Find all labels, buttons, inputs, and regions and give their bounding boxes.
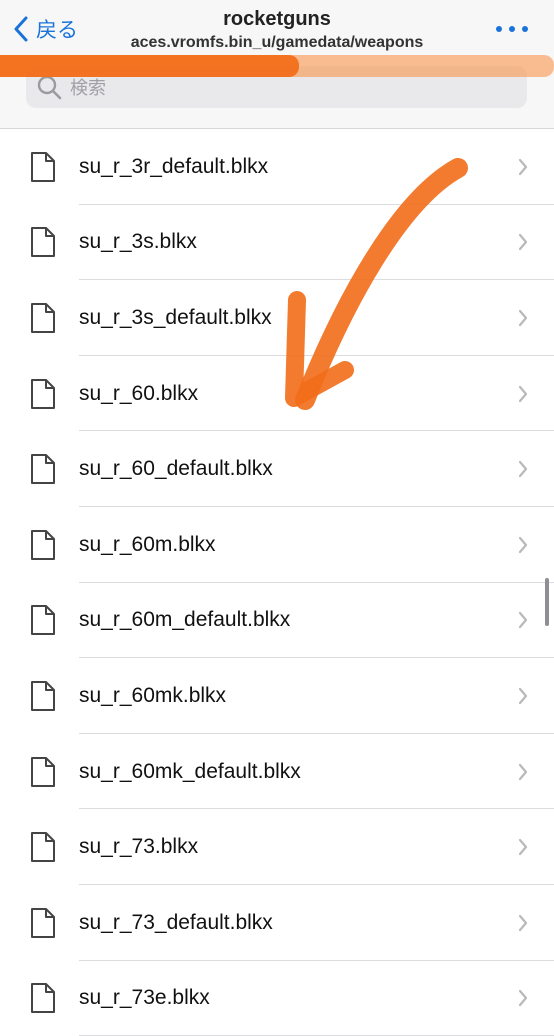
chevron-right-icon (518, 612, 528, 629)
chevron-right-icon (518, 763, 528, 780)
file-row[interactable]: su_r_3r_default.blkx (0, 129, 554, 205)
file-row[interactable]: su_r_3s_default.blkx (0, 280, 554, 356)
file-name: su_r_3s_default.blkx (79, 305, 272, 329)
progress-fill (0, 55, 300, 77)
file-list: su_r_3r_default.blkx su_r_3s.blkx su_r_3s_… (0, 129, 554, 1036)
chevron-right-icon (518, 234, 528, 251)
ellipsis-icon (509, 26, 515, 32)
file-row[interactable]: su_r_73_default.blkx (0, 885, 554, 961)
search-placeholder: 検索 (70, 78, 106, 98)
document-icon (31, 227, 55, 258)
chevron-right-icon (518, 914, 528, 931)
page-path: aces.vromfs.bin_u/gamedata/weapons (130, 34, 424, 51)
ellipsis-icon (522, 26, 528, 32)
file-name: su_r_73e.blkx (79, 986, 210, 1010)
file-name: su_r_60mk.blkx (79, 683, 227, 707)
file-name: su_r_3s.blkx (79, 230, 197, 254)
document-icon (31, 832, 55, 863)
file-name: su_r_60_default.blkx (79, 457, 273, 481)
file-row[interactable]: su_r_3s.blkx (0, 205, 554, 281)
document-icon (31, 907, 55, 938)
file-name: su_r_60mk_default.blkx (79, 759, 301, 783)
chevron-right-icon (518, 461, 528, 478)
magnifier-icon (37, 75, 62, 100)
document-icon (31, 454, 55, 485)
chevron-right-icon (518, 385, 528, 402)
progress-bar (0, 55, 554, 77)
chevron-right-icon (518, 990, 528, 1007)
file-row[interactable]: su_r_73.blkx (0, 809, 554, 885)
file-name: su_r_73.blkx (79, 835, 199, 859)
page-title: rocketguns (223, 8, 331, 30)
chevron-right-icon (518, 158, 528, 175)
file-row[interactable]: su_r_73e.blkx (0, 961, 554, 1036)
file-row[interactable]: su_r_60.blkx (0, 356, 554, 432)
chevron-right-icon (518, 839, 528, 856)
scrollbar[interactable] (545, 578, 549, 626)
file-name: su_r_3r_default.blkx (79, 154, 269, 178)
file-name: su_r_73_default.blkx (79, 910, 273, 934)
document-icon (31, 151, 55, 182)
chevron-right-icon (518, 687, 528, 705)
file-name: su_r_60m.blkx (79, 532, 216, 556)
navigation-header: 戻る rocketguns aces.vromfs.bin_u/gamedata… (0, 0, 554, 129)
file-row[interactable]: su_r_60m.blkx (0, 507, 554, 583)
file-row[interactable]: su_r_60mk_default.blkx (0, 734, 554, 810)
document-icon (31, 302, 55, 333)
file-name: su_r_60m_default.blkx (79, 608, 291, 632)
document-icon (31, 756, 55, 787)
chevron-right-icon (518, 309, 528, 327)
document-icon (31, 680, 55, 711)
file-row[interactable]: su_r_60m_default.blkx (0, 583, 554, 659)
document-icon (31, 983, 55, 1014)
file-row[interactable]: su_r_60mk.blkx (0, 658, 554, 734)
chevron-right-icon (518, 536, 528, 553)
file-row[interactable]: su_r_60_default.blkx (0, 431, 554, 507)
document-icon (31, 605, 55, 636)
file-name: su_r_60.blkx (79, 381, 199, 405)
more-button[interactable] (496, 22, 528, 36)
document-icon (31, 378, 55, 409)
ellipsis-icon (496, 26, 502, 32)
document-icon (31, 529, 55, 560)
